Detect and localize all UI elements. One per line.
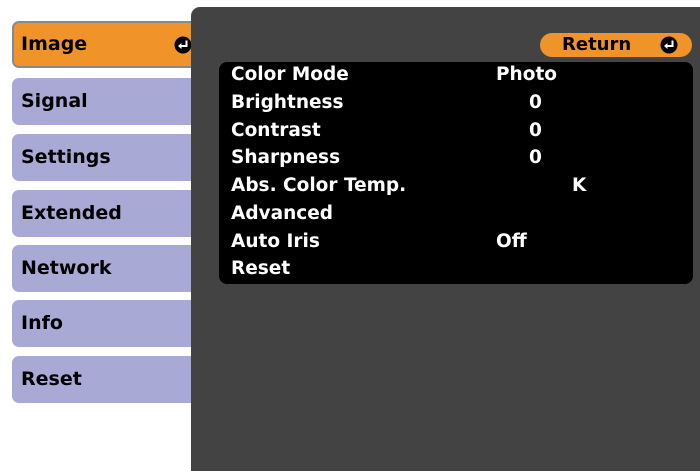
row-auto-iris[interactable]: Auto Iris Off [219,229,693,257]
row-color-mode[interactable]: Color Mode Photo [219,62,693,90]
row-value: 0 [529,119,542,141]
row-label: Auto Iris [231,230,320,252]
row-brightness[interactable]: Brightness 0 [219,90,693,118]
settings-panel: Return Color Mode Photo Brightness 0 Con… [191,7,700,471]
row-label: Sharpness [231,147,341,169]
tab-reset[interactable]: Reset [12,356,204,403]
tab-signal[interactable]: Signal [12,78,204,125]
tab-label: Info [21,312,63,334]
tab-label: Signal [21,90,88,112]
row-label: Color Mode [231,64,349,85]
enter-icon [174,36,192,53]
row-value: Photo [496,64,557,85]
row-value: 0 [529,91,542,113]
row-abs-color-temp[interactable]: Abs. Color Temp. K [219,173,693,201]
row-advanced[interactable]: Advanced [219,201,693,229]
row-label: Reset [231,258,291,280]
tab-info[interactable]: Info [12,300,204,347]
row-value: 0 [529,147,542,169]
tab-label: Image [21,33,88,55]
tab-label: Reset [21,368,82,390]
tab-settings[interactable]: Settings [12,134,204,181]
row-label: Abs. Color Temp. [231,175,407,196]
row-label: Advanced [231,202,334,224]
row-label: Contrast [231,119,321,141]
tab-label: Settings [21,146,111,168]
row-value: K [572,175,587,196]
row-value: Off [496,230,527,252]
row-reset[interactable]: Reset [219,256,693,284]
row-contrast[interactable]: Contrast 0 [219,118,693,146]
settings-list: Color Mode Photo Brightness 0 Contrast 0… [219,62,693,284]
row-sharpness[interactable]: Sharpness 0 [219,145,693,173]
tab-label: Extended [21,202,122,224]
tab-image[interactable]: Image [12,21,204,68]
return-label: Return [562,34,632,55]
row-label: Brightness [231,91,344,113]
return-button[interactable]: Return [540,33,692,57]
tab-label: Network [21,257,112,279]
tab-network[interactable]: Network [12,245,204,292]
enter-icon [660,36,678,54]
tab-extended[interactable]: Extended [12,190,204,237]
